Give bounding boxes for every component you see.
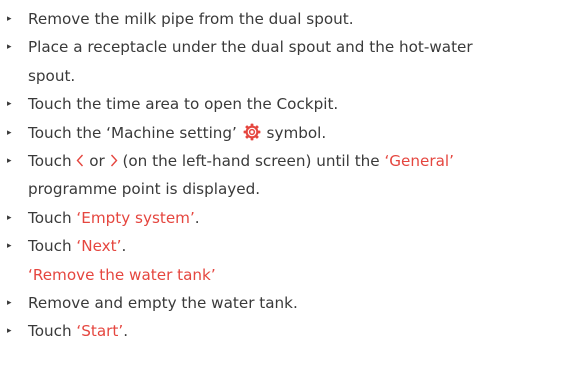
list-item: ▸ Touch ‘Empty system’. <box>7 204 573 232</box>
step-text: Remove and empty the water tank. <box>28 294 298 313</box>
bullet-icon: ▸ <box>7 298 12 309</box>
list-item-continuation: programme point is displayed. <box>7 175 573 203</box>
step-text: Touch <box>28 208 77 227</box>
step-text: spout. <box>28 66 76 85</box>
list-item: ▸ Touch ‘Next’. <box>7 232 573 260</box>
bullet-icon: ▸ <box>7 127 12 138</box>
step-text: Touch <box>28 237 77 256</box>
step-text: . <box>194 208 200 227</box>
step-text: Remove the milk pipe from the dual spout… <box>28 10 354 28</box>
bullet-icon: ▸ <box>7 42 12 53</box>
step-text: Touch the ‘Machine setting’ <box>28 123 242 142</box>
list-item: ▸ Touch the time area to open the Cockpi… <box>7 90 573 118</box>
step-text: Touch the time area to open the Cockpit. <box>28 95 339 114</box>
step-text: Touch <box>28 322 77 341</box>
bullet-icon: ▸ <box>7 156 12 167</box>
highlight-term: ‘Next’ <box>76 237 122 256</box>
step-text: symbol. <box>261 123 327 142</box>
bullet-icon: ▸ <box>7 241 12 252</box>
list-item: ▸ Touch ‘Start’. <box>7 317 573 345</box>
gear-icon <box>243 122 261 141</box>
display-message-text: ‘Remove the water tank’ <box>28 265 216 284</box>
step-text: programme point is displayed. <box>28 180 261 199</box>
step-text: . <box>121 237 127 256</box>
chevron-right-icon <box>110 148 118 167</box>
step-text: . <box>123 322 129 341</box>
step-text: Touch <box>28 152 77 171</box>
bullet-icon: ▸ <box>7 326 12 337</box>
bullet-icon: ▸ <box>7 99 12 110</box>
list-item: ▸ Remove and empty the water tank. <box>7 289 573 317</box>
instruction-list: ▸ Remove the milk pipe from the dual spo… <box>0 0 573 382</box>
display-message: ‘Remove the water tank’ <box>7 261 573 289</box>
list-item: ▸ Remove the milk pipe from the dual spo… <box>7 5 573 33</box>
step-text: (on the left-hand screen) until the <box>117 152 385 171</box>
bullet-icon: ▸ <box>7 14 12 24</box>
step-text: or <box>84 152 110 171</box>
bullet-icon: ▸ <box>7 212 12 223</box>
list-item: ▸ Place a receptacle under the dual spou… <box>7 33 573 61</box>
list-item-continuation: spout. <box>7 62 573 90</box>
highlight-term: ‘General’ <box>384 152 454 171</box>
step-text: Place a receptacle under the dual spout … <box>28 38 473 57</box>
highlight-term: ‘Empty system’ <box>76 208 195 227</box>
highlight-term: ‘Start’ <box>76 322 124 341</box>
list-item: ▸ Touch the ‘Machine setting’ symbol. <box>7 119 573 147</box>
list-item: ▸ Touch or (on the left-hand screen) unti… <box>7 147 573 175</box>
